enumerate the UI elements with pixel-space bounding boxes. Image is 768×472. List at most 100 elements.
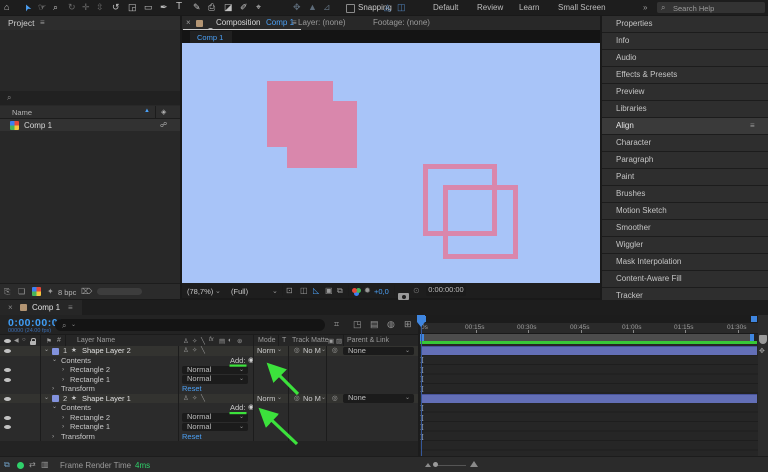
- project-item-label[interactable]: Comp 1: [24, 121, 52, 130]
- magnification-dropdown[interactable]: (78,7%): [187, 287, 213, 296]
- layer-name-column-header[interactable]: Layer Name: [77, 337, 115, 344]
- chevron-right-icon[interactable]: ›: [52, 384, 54, 394]
- panel-tab-brushes[interactable]: Brushes: [602, 186, 768, 203]
- draft-3d-icon[interactable]: ◳: [353, 319, 362, 330]
- chevron-down-icon[interactable]: ⌄: [52, 356, 57, 366]
- chevron-down-icon[interactable]: ⌄: [44, 346, 49, 356]
- workspace-tab-small-screen[interactable]: Small Screen: [558, 3, 606, 12]
- blend-mode-dropdown[interactable]: Norm: [257, 394, 275, 404]
- label-column-icon[interactable]: ◈: [161, 108, 166, 116]
- rectangle-tool-icon[interactable]: ▭: [144, 2, 153, 13]
- timeline-search-input[interactable]: ⌕ ⌄: [55, 319, 325, 331]
- group-label[interactable]: Rectangle 1: [70, 375, 110, 385]
- close-icon[interactable]: ×: [8, 303, 13, 312]
- layer-duration-bar[interactable]: [421, 394, 757, 404]
- name-column-header[interactable]: Name: [12, 108, 32, 117]
- type-tool-icon[interactable]: T: [176, 1, 182, 12]
- zoom-out-mountain-icon[interactable]: [425, 463, 431, 467]
- group-label[interactable]: Rectangle 1: [70, 422, 110, 432]
- mode-column-header[interactable]: Mode: [258, 337, 276, 344]
- label-color-swatch[interactable]: [52, 395, 59, 402]
- render-time-pane-icon[interactable]: [17, 462, 24, 469]
- shape-filled-square-2[interactable]: [287, 101, 357, 168]
- blend-mode-dropdown[interactable]: Normal ⌄: [182, 375, 248, 384]
- interpret-footage-icon[interactable]: ⎘: [4, 287, 10, 297]
- view-axis-icon[interactable]: ⊿: [323, 2, 331, 13]
- layer-switches-pane-icon[interactable]: ⧉: [4, 460, 10, 470]
- mask-path-visibility-icon[interactable]: ◫: [300, 286, 308, 295]
- playhead-line[interactable]: [421, 323, 423, 456]
- property-group-row[interactable]: › Rectangle 2 Normal ⌄: [0, 413, 418, 423]
- layer-row[interactable]: ⌄ 2 ★ Shape Layer 1 ♙ ✧ ╲ Norm ⌄ ◎ No M …: [0, 394, 418, 404]
- new-folder-icon[interactable]: ❏: [18, 287, 25, 296]
- panel-tab-effects-presets[interactable]: Effects & Presets: [602, 67, 768, 84]
- work-area-end-handle[interactable]: [750, 334, 754, 341]
- parent-link-column-header[interactable]: Parent & Link: [347, 337, 389, 344]
- show-snapshot-icon[interactable]: ⊙: [413, 286, 420, 295]
- hand-tool-icon[interactable]: ☞: [38, 2, 46, 13]
- matte-pickwhip-icon[interactable]: ◎: [294, 346, 300, 356]
- collapse-switch-icon[interactable]: ✧: [192, 394, 197, 404]
- playhead-handle[interactable]: [417, 315, 425, 322]
- camera-tool-icon[interactable]: ◲: [128, 2, 137, 13]
- panel-tab-wiggler[interactable]: Wiggler: [602, 237, 768, 254]
- blend-mode-dropdown[interactable]: Norm: [257, 346, 275, 356]
- channel-settings-icon[interactable]: [352, 288, 357, 293]
- clone-stamp-tool-icon[interactable]: ⎙: [208, 2, 215, 13]
- panel-tab-libraries[interactable]: Libraries: [602, 101, 768, 118]
- layer-name[interactable]: Shape Layer 1: [82, 394, 131, 404]
- project-settings-icon[interactable]: ✦: [47, 287, 54, 296]
- composition-tab-title[interactable]: Composition: [216, 18, 260, 27]
- layer-viewer-tab[interactable]: Layer: (none): [298, 18, 346, 27]
- chevron-right-icon[interactable]: ›: [62, 413, 64, 423]
- frame-blending-icon[interactable]: ▤: [370, 319, 379, 330]
- layer-duration-bar[interactable]: [421, 346, 757, 356]
- pen-tool-icon[interactable]: ✒: [160, 2, 168, 13]
- rotation-tool-icon[interactable]: ↺: [112, 2, 120, 13]
- project-item-comp1[interactable]: Comp 1 ☍: [0, 119, 180, 131]
- t-column-header[interactable]: T: [282, 337, 286, 344]
- composition-canvas[interactable]: [182, 43, 600, 283]
- help-search-input[interactable]: ⌕ Search Help: [657, 2, 765, 13]
- roto-brush-tool-icon[interactable]: ✐: [240, 2, 248, 13]
- timeline-tab[interactable]: × Comp 1 ≡: [0, 300, 82, 315]
- blend-mode-dropdown[interactable]: Normal ⌄: [182, 366, 248, 375]
- parent-pickwhip-icon[interactable]: ◎: [332, 346, 338, 356]
- group-label[interactable]: Rectangle 2: [70, 365, 110, 375]
- world-axis-icon[interactable]: ▲: [308, 2, 317, 12]
- transform-label[interactable]: Transform: [61, 432, 95, 442]
- close-icon[interactable]: ×: [186, 18, 191, 27]
- transparency-grid-icon[interactable]: ▣: [325, 286, 333, 295]
- region-of-interest-icon[interactable]: ◺: [313, 286, 319, 295]
- blend-mode-dropdown[interactable]: Normal ⌄: [182, 423, 248, 432]
- eye-icon[interactable]: [4, 425, 11, 429]
- comp-button-icon[interactable]: ✥: [759, 347, 765, 355]
- dolly-camera-tool-icon[interactable]: ⇳: [96, 2, 104, 13]
- timeline-zoom-slider-track[interactable]: [434, 465, 466, 466]
- label-color-swatch[interactable]: [52, 348, 59, 355]
- reset-link[interactable]: Reset: [182, 384, 202, 394]
- local-axis-icon[interactable]: ✥: [293, 2, 301, 13]
- chevron-right-icon[interactable]: ›: [62, 365, 64, 375]
- panel-menu-icon[interactable]: ≡: [750, 118, 755, 134]
- contents-label[interactable]: Contents: [61, 403, 91, 413]
- blend-mode-dropdown[interactable]: Normal ⌄: [182, 413, 248, 422]
- timeline-zoom-slider-handle[interactable]: [433, 462, 438, 467]
- transform-label[interactable]: Transform: [61, 384, 95, 394]
- comp-marker-bin-icon[interactable]: [759, 335, 767, 344]
- panel-tab-preview[interactable]: Preview: [602, 84, 768, 101]
- panel-tab-info[interactable]: Info: [602, 33, 768, 50]
- eye-icon[interactable]: [4, 378, 11, 382]
- shy-switch-icon[interactable]: ♙: [183, 394, 189, 404]
- panel-tab-properties[interactable]: Properties: [602, 16, 768, 33]
- trash-icon[interactable]: ⌦: [81, 287, 92, 296]
- parent-dropdown[interactable]: None ⌄: [343, 347, 414, 356]
- layer-name[interactable]: Shape Layer 2: [82, 346, 131, 356]
- workspace-overflow-icon[interactable]: »: [643, 3, 647, 12]
- eraser-tool-icon[interactable]: ◪: [224, 2, 233, 13]
- quality-switch-icon[interactable]: ╲: [201, 394, 205, 404]
- zoom-in-mountain-icon[interactable]: [470, 461, 478, 467]
- layer-row[interactable]: ⌄ 1 ★ Shape Layer 2 ♙ ✧ ╲ Norm ⌄ ◎ No M …: [0, 346, 418, 356]
- parent-pickwhip-icon[interactable]: ◎: [332, 394, 338, 404]
- work-area-track[interactable]: [420, 334, 758, 341]
